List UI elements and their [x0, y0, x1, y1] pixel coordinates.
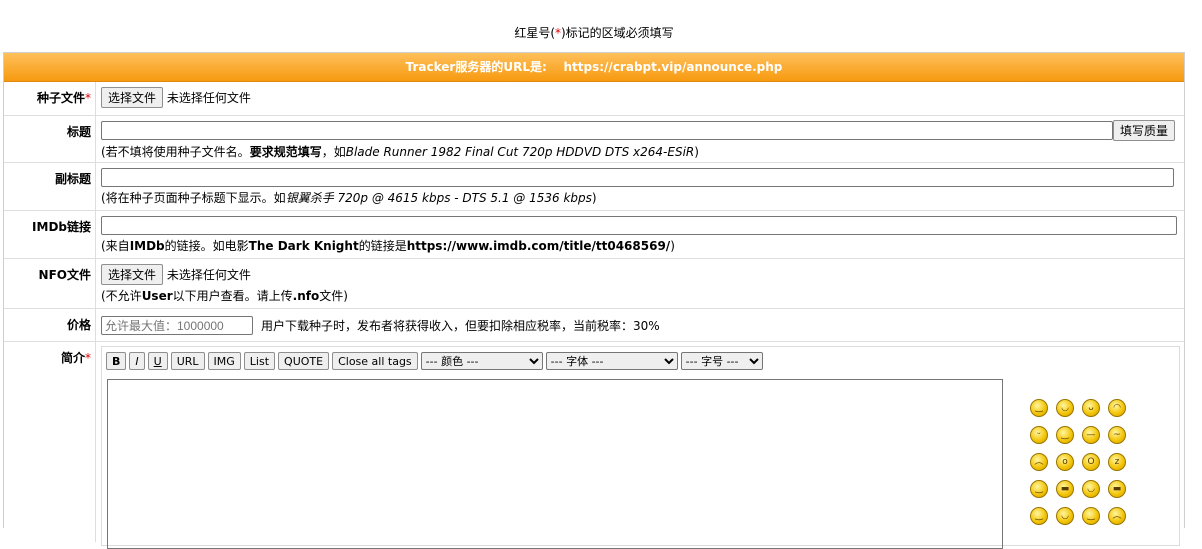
- nfo-hint: (不允许User以下用户查看。请上传.nfo文件): [101, 289, 348, 303]
- nfo-file-button[interactable]: 选择文件: [101, 264, 164, 285]
- title-label: 标题: [4, 116, 96, 162]
- close-all-tags-button[interactable]: Close all tags: [332, 352, 418, 370]
- smile-icon[interactable]: ‿: [1030, 399, 1048, 417]
- fill-quality-button[interactable]: 填写质量: [1113, 120, 1176, 141]
- subtitle-label: 副标题: [4, 163, 96, 210]
- nfo-label: NFO文件: [4, 259, 96, 308]
- editor-toolbar: B I U URL IMG List QUOTE Close all tags …: [102, 347, 1179, 375]
- intro-row: 简介* B I U URL IMG List QUOTE Close all t…: [4, 342, 1184, 549]
- price-input[interactable]: [101, 316, 253, 335]
- imdb-input[interactable]: [101, 216, 1177, 235]
- intro-label: 简介*: [4, 342, 96, 542]
- big-laugh-icon[interactable]: ◠: [1108, 399, 1126, 417]
- list-button[interactable]: List: [243, 352, 276, 370]
- tracker-label: Tracker服务器的URL是:: [405, 60, 547, 74]
- blush-icon[interactable]: ◡: [1056, 507, 1074, 525]
- sad-icon[interactable]: ︵: [1030, 453, 1048, 471]
- bbcode-editor: B I U URL IMG List QUOTE Close all tags …: [101, 346, 1180, 549]
- torrent-file-button[interactable]: 选择文件: [101, 87, 164, 108]
- price-value: 用户下载种子时，发布者将获得收入，但要扣除相应税率，当前税率：30%: [96, 309, 1184, 341]
- nfo-row: NFO文件 选择文件 未选择任何文件 (不允许User以下用户查看。请上传.nf…: [4, 259, 1184, 309]
- nfo-value: 选择文件 未选择任何文件 (不允许User以下用户查看。请上传.nfo文件): [96, 259, 1184, 308]
- notice-text-end: )标记的区域必须填写: [561, 26, 674, 40]
- thumbs-up-icon[interactable]: ‿: [1030, 507, 1048, 525]
- angel-icon[interactable]: ‿: [1030, 480, 1048, 498]
- title-input[interactable]: [101, 121, 1113, 140]
- bold-button[interactable]: B: [106, 352, 127, 370]
- wink-icon[interactable]: ‿: [1056, 426, 1074, 444]
- smirk-icon[interactable]: ‿: [1082, 507, 1100, 525]
- torrent-file-row: 种子文件* 选择文件 未选择任何文件: [4, 82, 1184, 116]
- subtitle-input[interactable]: [101, 168, 1174, 187]
- worried-icon[interactable]: ︵: [1108, 507, 1126, 525]
- price-row: 价格 用户下载种子时，发布者将获得收入，但要扣除相应税率，当前税率：30%: [4, 309, 1184, 342]
- imdb-row: IMDb链接 (来自IMDb的链接。如电影The Dark Knight的链接是…: [4, 211, 1184, 259]
- price-hint: 用户下载种子时，发布者将获得收入，但要扣除相应税率，当前税率：30%: [261, 319, 660, 333]
- happy-icon[interactable]: ◡: [1082, 480, 1100, 498]
- italic-button[interactable]: I: [129, 352, 145, 370]
- sleepy-icon[interactable]: z: [1108, 453, 1126, 471]
- surprised-icon[interactable]: O: [1082, 453, 1100, 471]
- torrent-file-value: 选择文件 未选择任何文件: [96, 82, 1184, 115]
- intro-value: B I U URL IMG List QUOTE Close all tags …: [96, 342, 1184, 549]
- neutral-icon[interactable]: —: [1082, 426, 1100, 444]
- tongue-icon[interactable]: ᵕ: [1030, 426, 1048, 444]
- cool-icon[interactable]: ▬: [1056, 480, 1074, 498]
- tracker-bar: Tracker服务器的URL是: https://crabpt.vip/anno…: [4, 53, 1184, 82]
- torrent-file-status: 未选择任何文件: [166, 91, 251, 105]
- sunglasses-icon[interactable]: ▬: [1108, 480, 1126, 498]
- img-button[interactable]: IMG: [207, 352, 241, 370]
- grin-icon[interactable]: ◡: [1056, 399, 1074, 417]
- subtitle-value: (将在种子页面种子标题下显示。如银翼杀手 720p @ 4615 kbps - …: [96, 163, 1184, 210]
- required-notice: 红星号(*)标记的区域必须填写: [0, 24, 1188, 41]
- title-value: 填写质量 (若不填将使用种子文件名。要求规范填写，如Blade Runner 1…: [96, 116, 1184, 162]
- size-select[interactable]: --- 字号 ---: [680, 352, 763, 370]
- url-button[interactable]: URL: [170, 352, 205, 370]
- laugh-icon[interactable]: ᴗ: [1082, 399, 1100, 417]
- font-select[interactable]: --- 字体 ---: [545, 352, 678, 370]
- smilies-panel: ‿ ◡ ᴗ ◠ ᵕ ‿ — ~ ︵ o Oz ‿ ▬ ◡ ▬ ‿ ◡ ‿ ︵: [1030, 399, 1128, 534]
- title-row: 标题 填写质量 (若不填将使用种子文件名。要求规范填写，如Blade Runne…: [4, 116, 1184, 163]
- underline-button[interactable]: U: [147, 352, 168, 370]
- imdb-value: (来自IMDb的链接。如电影The Dark Knight的链接是https:/…: [96, 211, 1184, 258]
- title-hint: (若不填将使用种子文件名。要求规范填写，如Blade Runner 1982 F…: [101, 145, 699, 159]
- torrent-file-label: 种子文件*: [4, 82, 96, 115]
- notice-text: 红星号(: [514, 26, 555, 40]
- intro-textarea[interactable]: [107, 379, 1003, 549]
- confused-icon[interactable]: ~: [1108, 426, 1126, 444]
- color-select[interactable]: --- 颜色 ---: [420, 352, 543, 370]
- shocked-icon[interactable]: o: [1056, 453, 1074, 471]
- nfo-file-status: 未选择任何文件: [166, 268, 251, 282]
- upload-form: Tracker服务器的URL是: https://crabpt.vip/anno…: [3, 52, 1185, 549]
- quote-button[interactable]: QUOTE: [278, 352, 330, 370]
- subtitle-row: 副标题 (将在种子页面种子标题下显示。如银翼杀手 720p @ 4615 kbp…: [4, 163, 1184, 211]
- imdb-hint: (来自IMDb的链接。如电影The Dark Knight的链接是https:/…: [101, 239, 675, 253]
- price-label: 价格: [4, 309, 96, 341]
- subtitle-hint: (将在种子页面种子标题下显示。如银翼杀手 720p @ 4615 kbps - …: [101, 191, 597, 205]
- tracker-url: https://crabpt.vip/announce.php: [563, 60, 783, 74]
- imdb-label: IMDb链接: [4, 211, 96, 258]
